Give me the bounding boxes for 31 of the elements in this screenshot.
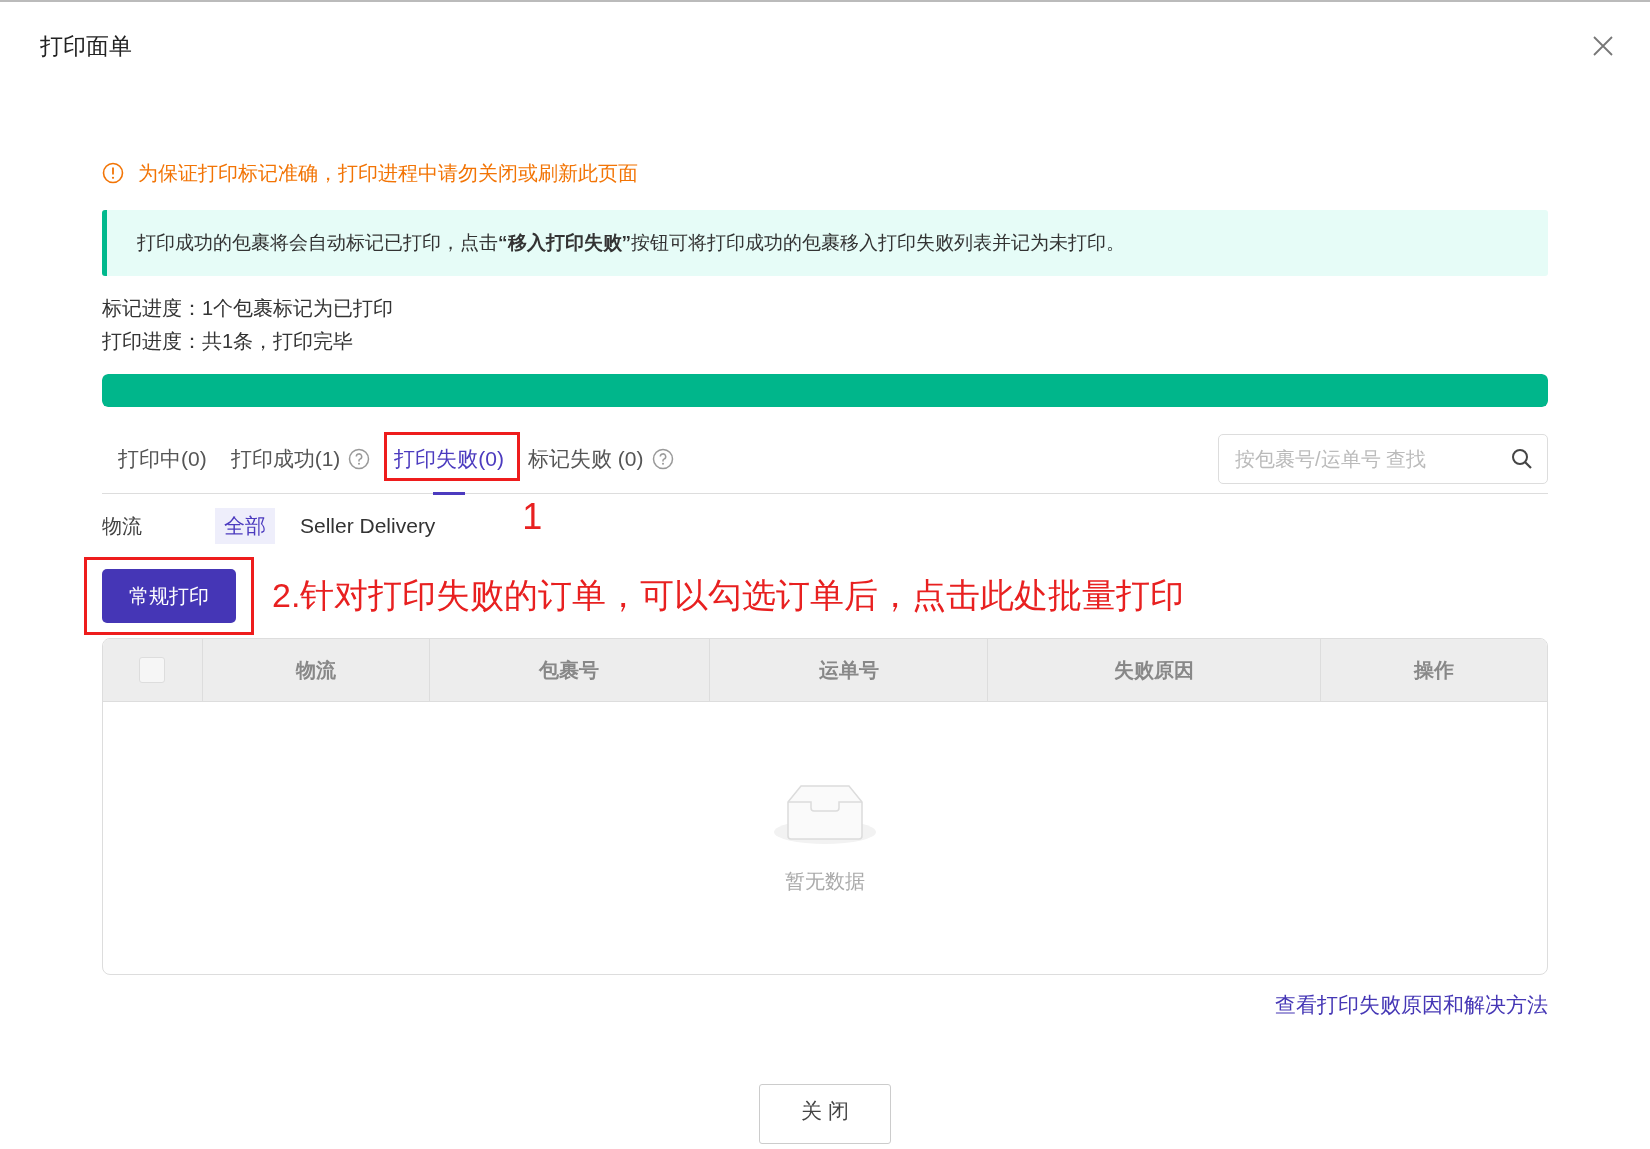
column-header: 物流 [201, 639, 429, 701]
progress-text: 标记进度：1个包裹标记为已打印 [102, 296, 395, 321]
filter-option[interactable]: 全部 [215, 508, 275, 544]
help-icon[interactable] [651, 448, 674, 470]
active-tab-indicator [433, 492, 466, 495]
select-all-checkbox[interactable] [139, 657, 166, 683]
progress-text: 打印进度：共1条，打印完毕 [102, 329, 355, 354]
column-header: 运单号 [708, 639, 988, 701]
search-icon[interactable] [1510, 447, 1534, 471]
empty-state-text: 暂无数据 [785, 869, 865, 894]
dialog-title: 打印面单 [40, 31, 132, 61]
info-text: 打印成功的包裹将会自动标记已打印，点击“移入打印失败”按钮可将打印成功的包裹移入打印失败列表并记为未打印。 [137, 231, 1125, 255]
help-icon[interactable] [348, 448, 371, 470]
column-header: 失败原因 [987, 639, 1321, 701]
warning-text: 为保证打印标记准确，打印进程中请勿关闭或刷新此页面 [138, 160, 638, 186]
column-header: 包裹号 [428, 639, 709, 701]
search-field[interactable]: 按包裹号/运单号 查找 [1218, 434, 1548, 484]
tab[interactable]: 打印成功(1) [230, 445, 341, 473]
tab[interactable]: 打印失败(0) [394, 445, 504, 473]
column-header: 操作 [1320, 639, 1547, 701]
annotation-text: 1 [522, 497, 543, 537]
help-link[interactable]: 查看打印失败原因和解决方法 [1275, 991, 1548, 1019]
filter-label: 物流 [102, 513, 143, 539]
print-button[interactable]: 常规打印 [102, 569, 236, 623]
annotation-text: 2.针对打印失败的订单，可以勾选订单后，点击此处批量打印 [272, 575, 1185, 616]
close-icon[interactable] [1593, 36, 1613, 56]
filter-option[interactable]: Seller Delivery [291, 508, 445, 544]
warning-icon [102, 162, 124, 184]
tab[interactable]: 标记失败 (0) [528, 445, 644, 473]
tab[interactable]: 打印中(0) [118, 445, 207, 473]
close-button[interactable]: 关 闭 [759, 1084, 891, 1144]
